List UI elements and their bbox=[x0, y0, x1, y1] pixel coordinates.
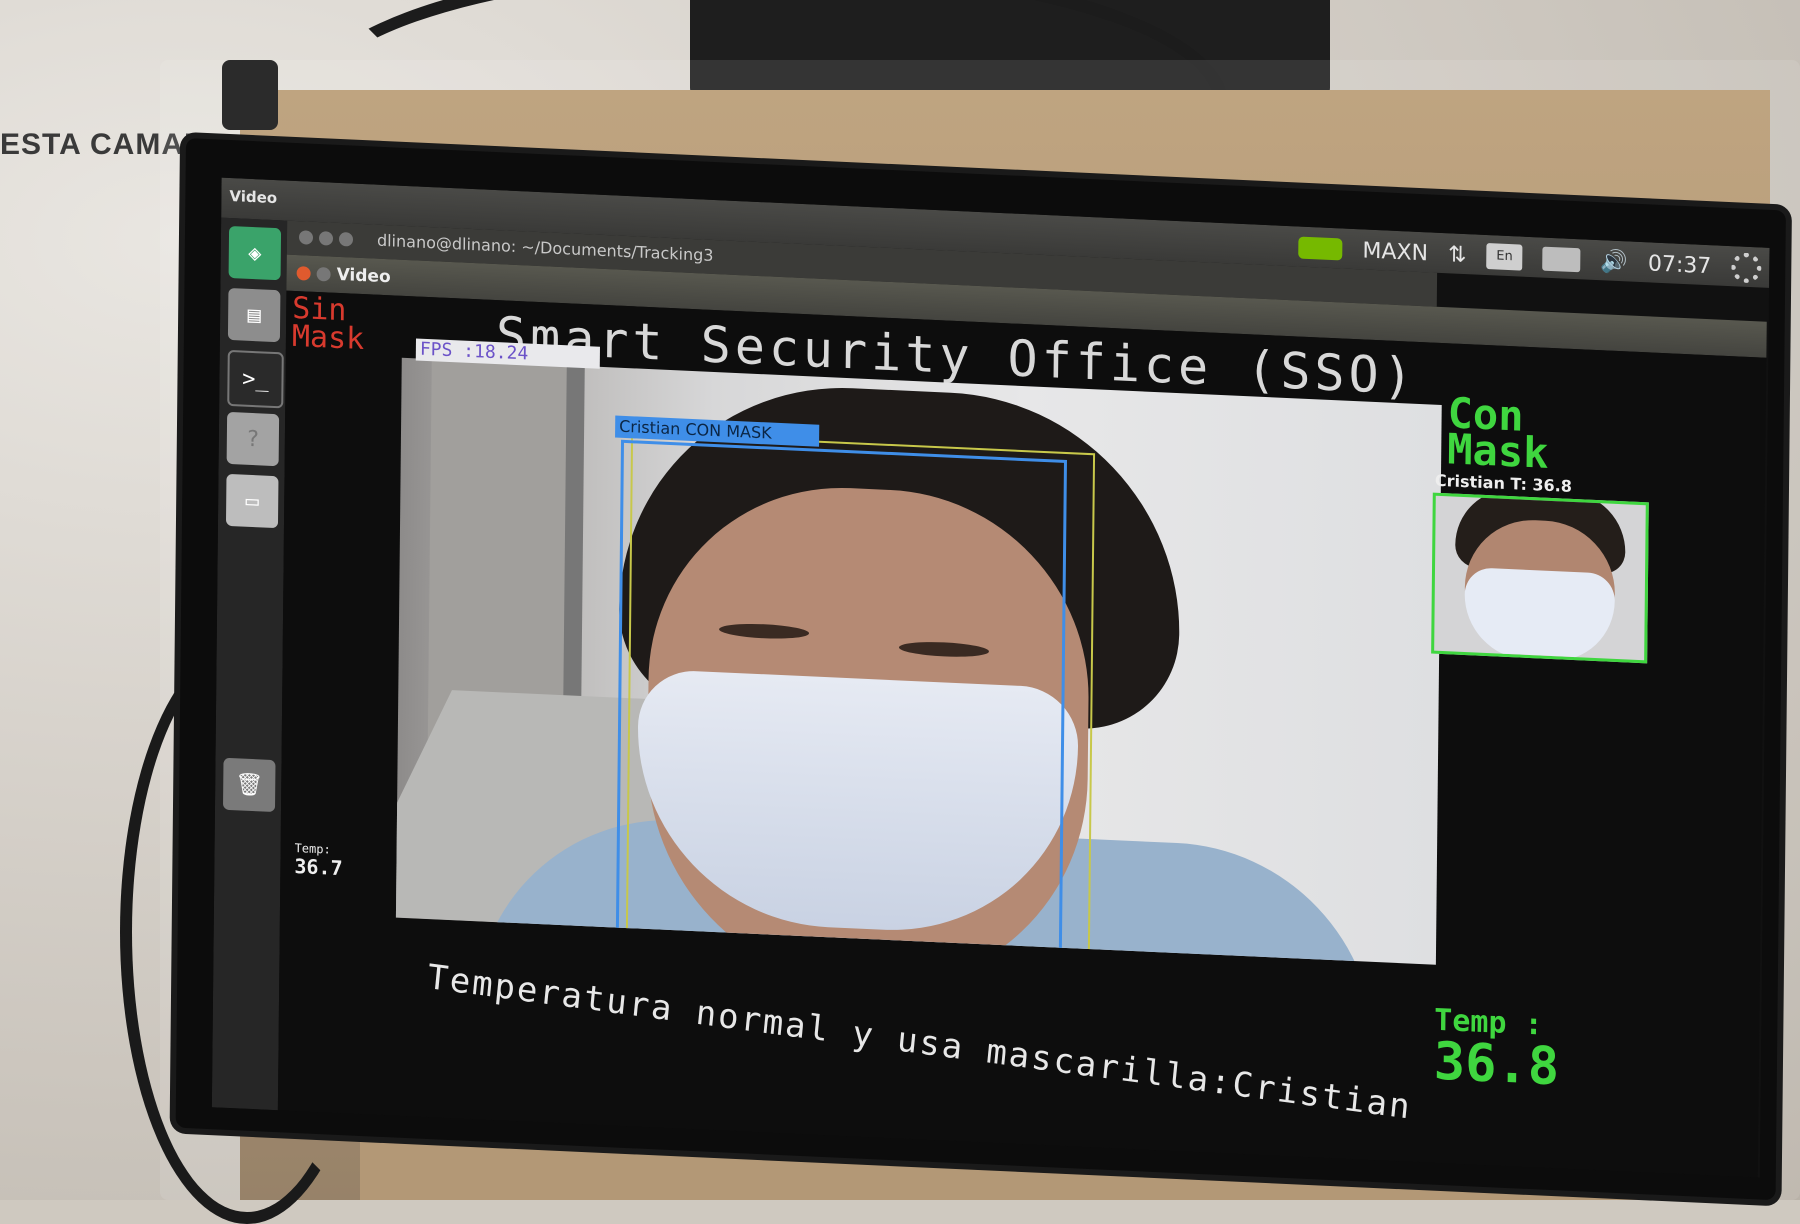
monitor: Video MAXN ⇅ En 🔊 07:37 ◈ ▤ >_ ? ▭ 🗑 dli… bbox=[175, 138, 1786, 1201]
sin-mask-line-2: Mask bbox=[291, 318, 365, 358]
nvidia-icon[interactable] bbox=[1298, 236, 1343, 261]
sin-mask-label: Sin Mask bbox=[291, 291, 365, 358]
right-temperature: Temp : 36.8 bbox=[1433, 1003, 1560, 1098]
terminal-icon[interactable]: >_ bbox=[227, 349, 284, 409]
video-canvas: Sin Mask Smart Security Office (SSO) Cri… bbox=[277, 290, 1767, 1178]
disk-icon[interactable]: ▭ bbox=[225, 473, 279, 529]
network-icon[interactable]: ⇅ bbox=[1448, 242, 1467, 268]
files-icon[interactable]: ▤ bbox=[227, 287, 281, 343]
left-temperature: Temp: 36.7 bbox=[294, 839, 343, 881]
mount-tab bbox=[222, 60, 278, 130]
screen: Video MAXN ⇅ En 🔊 07:37 ◈ ▤ >_ ? ▭ 🗑 dli… bbox=[211, 177, 1770, 1178]
mail-icon[interactable] bbox=[1542, 246, 1581, 273]
face-thumbnail bbox=[1431, 492, 1649, 664]
volume-icon[interactable]: 🔊 bbox=[1600, 249, 1628, 275]
help-icon[interactable]: ? bbox=[226, 411, 280, 467]
close-icon[interactable] bbox=[298, 230, 314, 245]
launcher: ◈ ▤ >_ ? ▭ 🗑 bbox=[211, 217, 288, 1111]
clock[interactable]: 07:37 bbox=[1648, 251, 1712, 279]
thumb-mask bbox=[1464, 567, 1616, 664]
minimize-icon[interactable] bbox=[316, 266, 331, 282]
gear-icon[interactable] bbox=[1731, 252, 1762, 284]
maximize-icon[interactable] bbox=[338, 231, 354, 247]
trash-icon[interactable]: 🗑 bbox=[222, 757, 276, 813]
right-temp-value: 36.8 bbox=[1433, 1031, 1560, 1098]
con-mask-line-2: Mask bbox=[1447, 424, 1549, 478]
camera-feed: Cristian CON MASK bbox=[395, 357, 1442, 965]
window-controls bbox=[298, 230, 354, 247]
close-icon[interactable] bbox=[296, 266, 311, 281]
detection-box bbox=[615, 439, 1067, 956]
power-mode[interactable]: MAXN bbox=[1362, 238, 1428, 266]
con-mask-label: Con Mask bbox=[1447, 388, 1549, 478]
status-message: Temperatura normal y usa mascarilla:Cris… bbox=[425, 957, 1414, 1128]
window-controls bbox=[296, 266, 331, 282]
video-window-title: Video bbox=[336, 264, 391, 288]
home-icon[interactable]: ◈ bbox=[228, 225, 282, 281]
left-temp-value: 36.7 bbox=[294, 853, 343, 881]
active-app-title: Video bbox=[229, 186, 278, 208]
thumbnail-caption: Cristian T: 36.8 bbox=[1434, 470, 1573, 496]
keyboard-layout-icon[interactable]: En bbox=[1486, 243, 1523, 271]
minimize-icon[interactable] bbox=[318, 231, 334, 246]
